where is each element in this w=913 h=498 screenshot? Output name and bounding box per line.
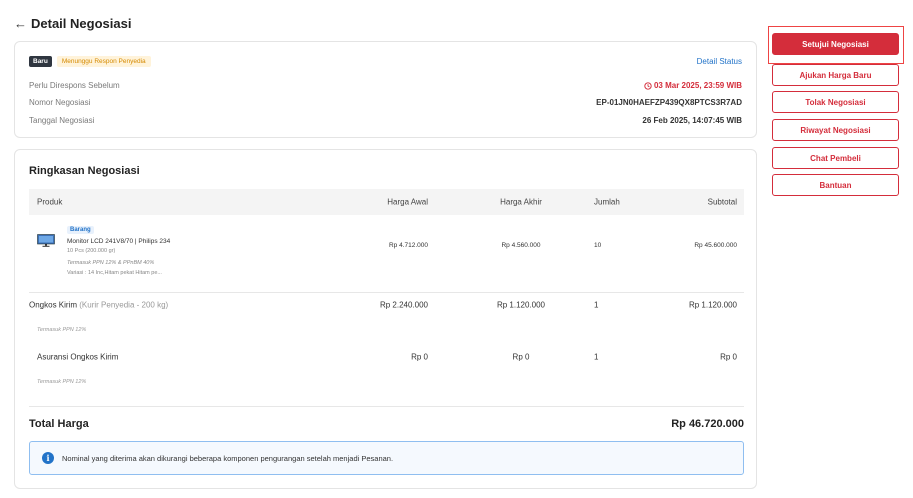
approve-negotiation-button[interactable]: Setujui Negosiasi bbox=[772, 33, 899, 55]
table-header: Produk Harga Awal Harga Akhir Jumlah Sub… bbox=[29, 189, 744, 215]
divider bbox=[29, 292, 744, 293]
insurance-quantity: 1 bbox=[594, 352, 599, 362]
total-label: Total Harga bbox=[29, 418, 89, 430]
clock-icon bbox=[644, 81, 652, 90]
page-header: ← Detail Negosiasi bbox=[14, 14, 131, 32]
negotiation-number-label: Nomor Negosiasi bbox=[29, 98, 91, 107]
deadline-value: 03 Mar 2025, 23:59 WIB bbox=[644, 81, 742, 90]
product-initial-price: Rp 4.712.000 bbox=[388, 242, 428, 249]
info-icon: i bbox=[42, 452, 54, 464]
shipping-final-price: Rp 1.120.000 bbox=[496, 300, 546, 310]
col-final-price: Harga Akhir bbox=[500, 197, 542, 207]
product-variant: Variasi : 14 Inc,Hitam pekat Hitam pe... bbox=[67, 270, 162, 276]
status-badge: Menunggu Respon Penyedia bbox=[56, 56, 151, 67]
col-initial-price: Harga Awal bbox=[387, 197, 428, 207]
chat-buyer-button[interactable]: Chat Pembeli bbox=[772, 147, 899, 169]
product-quantity: 10 bbox=[594, 242, 602, 249]
status-card: Baru Menunggu Respon Penyedia Detail Sta… bbox=[14, 41, 757, 138]
item-type-tag: Barang bbox=[67, 226, 94, 234]
product-name[interactable]: Monitor LCD 241V8/70 | Philips 234 bbox=[67, 238, 170, 245]
product-tax-note: Termasuk PPN 12% & PPnBM 40% bbox=[67, 260, 155, 266]
insurance-subtotal: Rp 0 bbox=[720, 352, 737, 362]
product-row: Barang Monitor LCD 241V8/70 | Philips 23… bbox=[29, 224, 744, 292]
shipping-label-group: Ongkos Kirim (Kurir Penyedia - 200 kg) bbox=[29, 301, 168, 310]
summary-card: Ringkasan Negosiasi Produk Harga Awal Ha… bbox=[14, 149, 757, 489]
divider bbox=[29, 406, 744, 407]
deadline-label: Perlu Direspons Sebelum bbox=[29, 81, 120, 90]
summary-title: Ringkasan Negosiasi bbox=[29, 165, 140, 177]
shipping-subtotal: Rp 1.120.000 bbox=[688, 300, 737, 310]
back-arrow-icon[interactable]: ← bbox=[14, 16, 27, 31]
insurance-row: Asuransi Ongkos Kirim Rp 0 Rp 0 1 Rp 0 bbox=[29, 348, 744, 366]
insurance-final-price: Rp 0 bbox=[512, 352, 530, 362]
total-row: Total Harga Rp 46.720.000 bbox=[29, 416, 744, 432]
info-text: Nominal yang diterima akan dikurangi beb… bbox=[62, 453, 394, 463]
col-product: Produk bbox=[37, 197, 63, 207]
shipping-detail: (Kurir Penyedia - 200 kg) bbox=[79, 300, 169, 310]
negotiation-history-button[interactable]: Riwayat Negosiasi bbox=[772, 119, 899, 141]
help-button[interactable]: Bantuan bbox=[772, 174, 899, 196]
col-quantity: Jumlah bbox=[594, 197, 620, 207]
shipping-quantity: 1 bbox=[594, 300, 599, 310]
info-banner: i Nominal yang diterima akan dikurangi b… bbox=[29, 441, 744, 475]
negotiation-date-label: Tanggal Negosiasi bbox=[29, 116, 95, 125]
total-value: Rp 46.720.000 bbox=[671, 418, 744, 430]
shipping-initial-price: Rp 2.240.000 bbox=[379, 300, 428, 310]
insurance-tax-note: Termasuk PPN 12% bbox=[37, 379, 87, 385]
deadline-text: 03 Mar 2025, 23:59 WIB bbox=[653, 81, 742, 90]
negotiation-date-value: 26 Feb 2025, 14:07:45 WIB bbox=[642, 116, 742, 125]
page-title: Detail Negosiasi bbox=[31, 15, 132, 31]
insurance-initial-price: Rp 0 bbox=[411, 352, 428, 362]
shipping-label: Ongkos Kirim bbox=[29, 300, 78, 310]
product-subtotal: Rp 45.600.000 bbox=[694, 242, 737, 249]
detail-status-link[interactable]: Detail Status bbox=[697, 57, 742, 66]
shipping-tax-note: Termasuk PPN 12% bbox=[37, 327, 87, 333]
product-final-price: Rp 4.560.000 bbox=[501, 242, 541, 249]
insurance-label: Asuransi Ongkos Kirim bbox=[37, 352, 119, 362]
col-subtotal: Subtotal bbox=[707, 197, 737, 207]
product-qty-detail: 10 Pcs (200.000 gr) bbox=[67, 248, 116, 254]
monitor-thumbnail bbox=[37, 234, 55, 247]
propose-new-price-button[interactable]: Ajukan Harga Baru bbox=[772, 64, 899, 86]
negotiation-number-value: EP-01JN0HAEFZP439QX8PTCS3R7AD bbox=[596, 98, 742, 107]
new-badge: Baru bbox=[29, 56, 52, 67]
reject-negotiation-button[interactable]: Tolak Negosiasi bbox=[772, 91, 899, 113]
shipping-row: Ongkos Kirim (Kurir Penyedia - 200 kg) R… bbox=[29, 296, 744, 314]
